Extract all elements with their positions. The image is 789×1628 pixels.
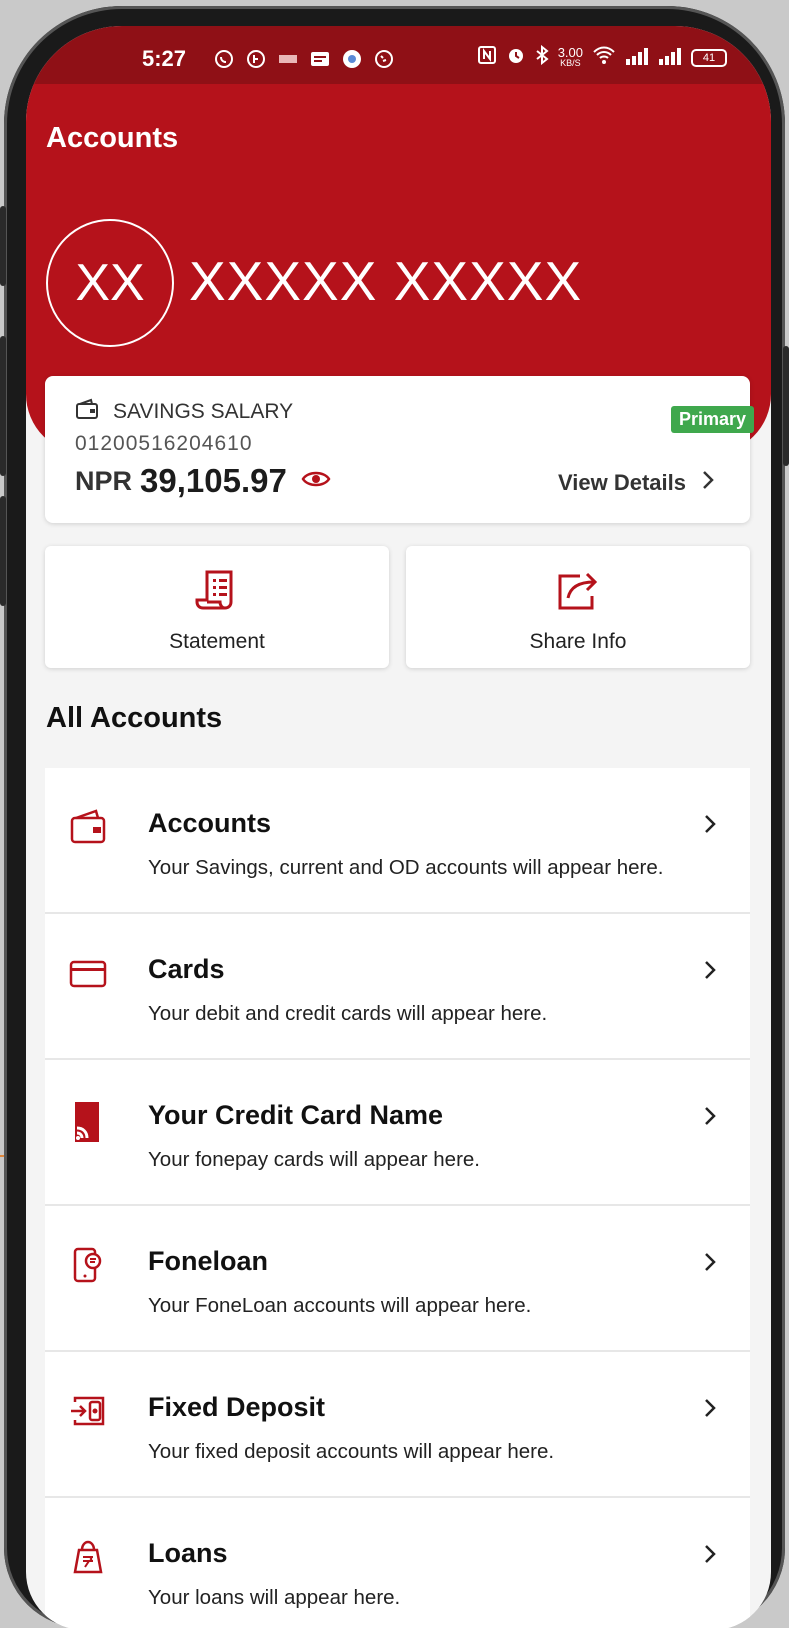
account-type: SAVINGS SALARY	[113, 399, 294, 423]
whatsapp-icon	[212, 48, 236, 70]
nfc-icon	[477, 45, 497, 71]
chevron-right-icon	[702, 1396, 718, 1420]
view-details-label: View Details	[558, 470, 686, 495]
list-item-description: Your debit and credit cards will appear …	[148, 1002, 548, 1025]
bluetooth-icon	[535, 44, 549, 71]
status-time: 5:27	[142, 46, 187, 71]
section-title: All Accounts	[46, 702, 223, 734]
primary-account-card[interactable]: SAVINGS SALARY 01200516204610 NPR 39,105…	[45, 376, 754, 523]
notification-icons	[212, 48, 396, 70]
phone-loan-icon	[69, 1246, 107, 1284]
account-list: Accounts Your Savings, current and OD ac…	[45, 768, 750, 1628]
phone-frame: 5:27 3.00 KB/S 41 Accounts XX XXXXX XXXX…	[0, 6, 789, 1628]
share-info-label: Share Info	[529, 630, 627, 653]
account-balance: 39,105.97	[140, 462, 287, 499]
list-item-title: Accounts	[148, 808, 272, 838]
user-name: XXXXX XXXXX	[189, 250, 583, 312]
list-item-title: Loans	[148, 1538, 228, 1568]
list-item-credit-card[interactable]: Your Credit Card Name Your fonepay cards…	[45, 1060, 750, 1206]
balance-row: NPR 39,105.97	[75, 462, 331, 500]
primary-badge: Primary	[670, 406, 754, 433]
network-speed-unit: KB/S	[560, 58, 581, 68]
network-speed-value: 3.00	[557, 45, 583, 60]
eye-icon[interactable]	[301, 469, 331, 494]
list-item-accounts[interactable]: Accounts Your Savings, current and OD ac…	[45, 768, 750, 914]
network-speed: 3.00 KB/S	[557, 45, 583, 69]
chrome-icon	[340, 48, 364, 70]
statement-button[interactable]: Statement	[45, 546, 389, 668]
view-details-button[interactable]: View Details	[558, 470, 714, 496]
wallet-icon	[75, 398, 99, 425]
chevron-right-icon	[702, 958, 718, 982]
notification-icon	[276, 48, 300, 70]
statement-icon	[193, 566, 241, 614]
viber-icon	[372, 48, 396, 70]
side-button	[0, 496, 6, 606]
volume-button	[0, 206, 6, 286]
list-item-description: Your fonepay cards will appear here.	[148, 1148, 481, 1171]
share-info-button[interactable]: Share Info	[406, 546, 750, 668]
list-item-title: Fixed Deposit	[148, 1392, 326, 1422]
list-item-description: Your FoneLoan accounts will appear here.	[148, 1294, 532, 1317]
account-number: 01200516204610	[75, 432, 253, 455]
contactless-card-icon	[69, 1100, 107, 1142]
list-item-description: Your Savings, current and OD accounts wi…	[148, 856, 664, 879]
page-title: Accounts	[46, 122, 179, 154]
avatar[interactable]: XX	[46, 219, 174, 347]
list-item-description: Your loans will appear here.	[148, 1586, 401, 1609]
status-bar: 5:27 3.00 KB/S 41	[26, 26, 771, 86]
signal-icon	[658, 45, 682, 71]
wallet-icon	[69, 808, 107, 846]
list-item-loans[interactable]: Loans Your loans will appear here.	[45, 1498, 750, 1628]
app-screen: 5:27 3.00 KB/S 41 Accounts XX XXXXX XXXX…	[26, 26, 771, 1628]
power-button	[783, 346, 789, 466]
chevron-right-icon	[702, 470, 714, 496]
chevron-right-icon	[702, 1250, 718, 1274]
side-button	[0, 336, 6, 476]
chevron-right-icon	[702, 812, 718, 836]
list-item-title: Cards	[148, 954, 225, 984]
wifi-icon	[592, 45, 616, 71]
account-type-row: SAVINGS SALARY	[75, 398, 293, 425]
signal-icon	[625, 45, 649, 71]
list-item-description: Your fixed deposit accounts will appear …	[148, 1440, 555, 1463]
list-item-foneloan[interactable]: Foneloan Your FoneLoan accounts will app…	[45, 1206, 750, 1352]
statement-label: Statement	[169, 630, 265, 653]
system-icons: 3.00 KB/S 41	[477, 44, 727, 71]
list-item-title: Foneloan	[148, 1246, 268, 1276]
share-icon	[554, 566, 602, 614]
list-item-cards[interactable]: Cards Your debit and credit cards will a…	[45, 914, 750, 1060]
message-icon	[308, 48, 332, 70]
list-item-fixed-deposit[interactable]: Fixed Deposit Your fixed deposit account…	[45, 1352, 750, 1498]
loan-bag-icon	[69, 1538, 107, 1576]
battery-indicator: 41	[691, 49, 727, 67]
card-icon	[69, 954, 107, 992]
currency: NPR	[75, 465, 133, 496]
alarm-icon	[506, 45, 526, 71]
fixed-deposit-icon	[69, 1392, 107, 1430]
whatsapp-business-icon	[244, 48, 268, 70]
chevron-right-icon	[702, 1104, 718, 1128]
chevron-right-icon	[702, 1542, 718, 1566]
list-item-title: Your Credit Card Name	[148, 1100, 444, 1130]
